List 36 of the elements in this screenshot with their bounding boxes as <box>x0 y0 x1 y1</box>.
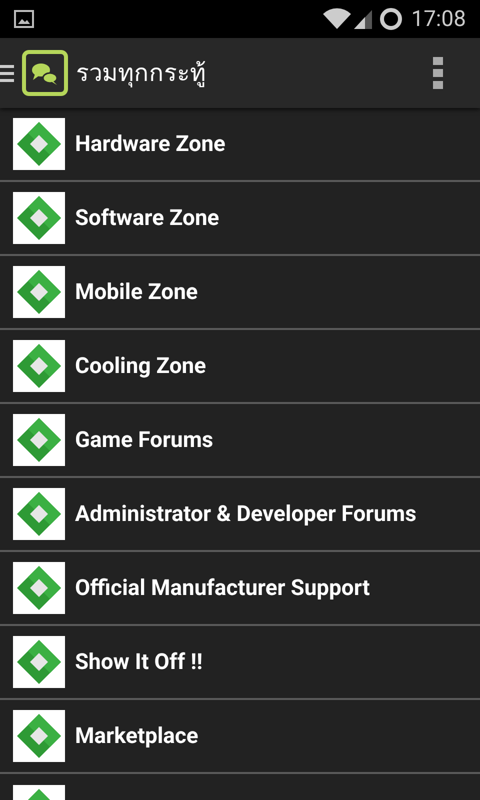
forum-list-item[interactable]: Administrator & Developer Forums <box>0 478 480 552</box>
menu-icon <box>0 62 14 84</box>
chip-icon <box>13 118 65 170</box>
forum-list-item[interactable]: Mobile Zone <box>0 256 480 330</box>
forum-title: Marketplace <box>75 722 198 750</box>
signal-icon <box>353 8 374 30</box>
chip-icon <box>13 340 65 392</box>
app-title: รวมทุกกระทู้ <box>76 58 206 90</box>
forum-title: Mobile Zone <box>75 278 198 306</box>
chip-icon <box>13 710 65 762</box>
chip-icon <box>13 488 65 540</box>
forum-list-item[interactable]: Game Forums <box>0 404 480 478</box>
chat-bubbles-icon <box>22 50 68 96</box>
chip-icon <box>13 414 65 466</box>
more-icon <box>433 57 443 89</box>
forum-list-item[interactable]: Marketplace <box>0 700 480 774</box>
chip-icon <box>13 192 65 244</box>
forum-title: Cooling Zone <box>75 352 206 380</box>
drawer-button[interactable] <box>0 50 68 96</box>
forum-list-item[interactable]: Hardware Zone <box>0 108 480 182</box>
forum-list-item[interactable]: Cooling Zone <box>0 330 480 404</box>
forum-title: Game Forums <box>75 426 214 454</box>
status-time: 17:08 <box>411 6 466 34</box>
forum-title: Hardware Zone <box>75 130 226 158</box>
chip-icon <box>13 266 65 318</box>
forum-list-item[interactable]: Software Zone <box>0 182 480 256</box>
battery-ring-icon <box>379 7 404 31</box>
forum-title: Show It Off !! <box>75 648 203 676</box>
forum-list-item[interactable]: Official Manufacturer Support <box>0 552 480 626</box>
forum-title: Administrator & Developer Forums <box>75 500 416 528</box>
forum-title: Official Manufacturer Support <box>75 574 370 602</box>
chip-icon <box>13 562 65 614</box>
chip-icon <box>13 636 65 688</box>
forum-title: Software Zone <box>75 204 220 232</box>
picture-notification-icon <box>14 10 34 28</box>
forum-list-item[interactable]: Show It Off !! <box>0 626 480 700</box>
